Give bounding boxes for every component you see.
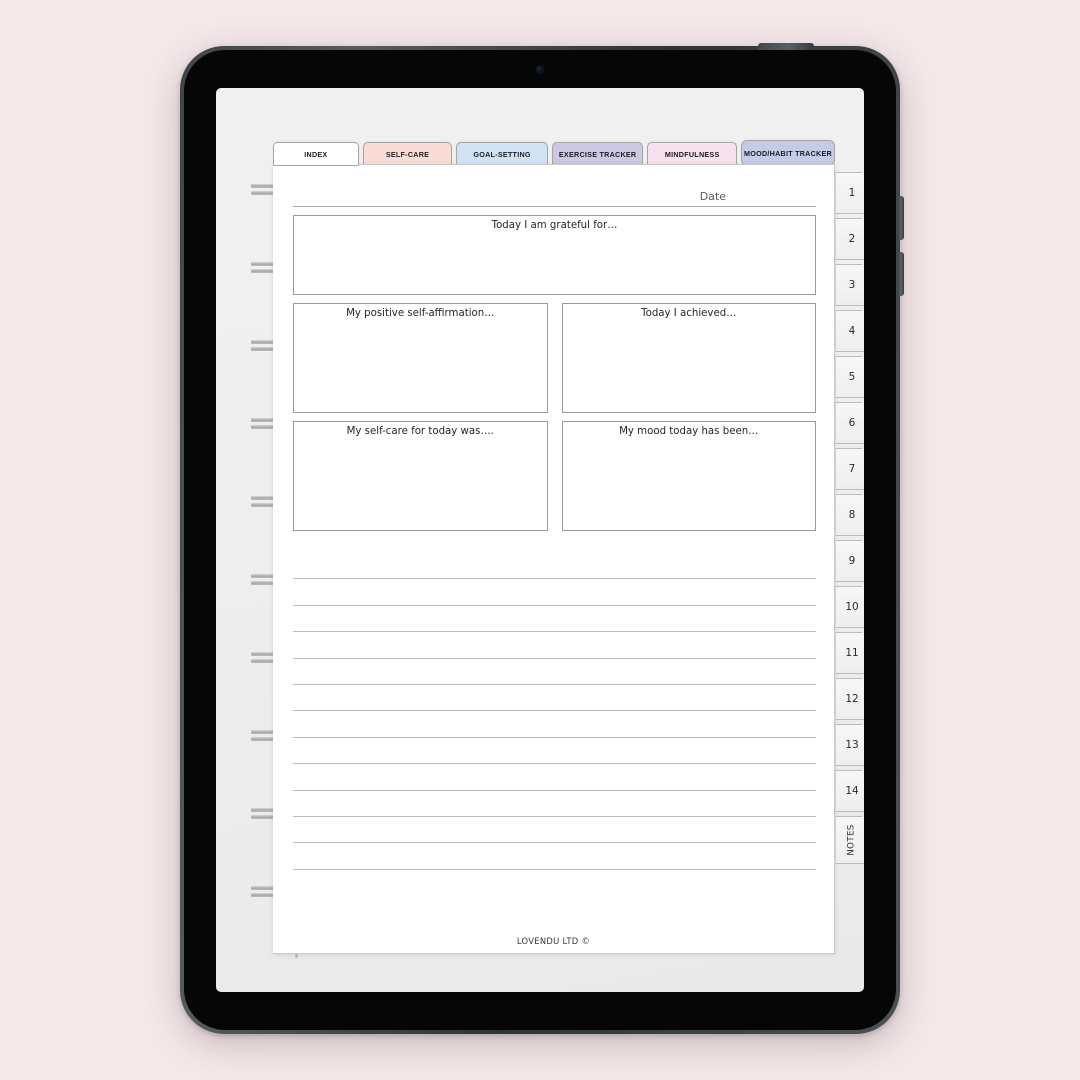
ruled-line[interactable]: [293, 791, 816, 817]
page-tab-14[interactable]: 14: [835, 770, 864, 812]
page-tab-label: 5: [848, 371, 856, 383]
ruled-line[interactable]: [293, 553, 816, 580]
mood-box[interactable]: My mood today has been…: [561, 421, 816, 531]
page-tab-label: 10: [845, 601, 859, 613]
ruled-line[interactable]: [293, 579, 816, 606]
page-index-tab-strip: 1 2 3 4 5 6 7 8 9 10 11 12 13 14 NOTES: [835, 172, 864, 972]
self-care-box-title: My self-care for today was….: [346, 426, 494, 437]
ruled-line[interactable]: [293, 659, 816, 685]
category-tab-bar: INDEX SELF-CARE GOAL-SETTING EXERCISE TR…: [273, 130, 835, 166]
page-tab-5[interactable]: 5: [835, 356, 864, 398]
page-tab-8[interactable]: 8: [835, 494, 864, 536]
page-tab-notes[interactable]: NOTES: [835, 816, 864, 864]
tab-self-care[interactable]: SELF-CARE: [362, 142, 453, 166]
tab-mood-habit-tracker[interactable]: MOOD/HABIT TRACKER: [741, 140, 835, 166]
ruled-line[interactable]: [293, 711, 816, 738]
ruled-line[interactable]: [293, 764, 816, 791]
achieved-box[interactable]: Today I achieved…: [561, 303, 816, 413]
self-care-box[interactable]: My self-care for today was….: [293, 421, 548, 531]
camera-icon: [536, 66, 544, 73]
mood-box-title: My mood today has been…: [619, 426, 759, 437]
prompt-row-upper: My positive self-affirmation… Today I ac…: [293, 303, 816, 413]
page-tab-label: 3: [848, 279, 856, 291]
page-tab-1[interactable]: 1: [835, 172, 864, 214]
volume-down-button[interactable]: [898, 252, 904, 296]
date-field-row[interactable]: Date: [293, 181, 816, 207]
grateful-box-title: Today I am grateful for…: [491, 220, 618, 231]
page-tab-12[interactable]: 12: [835, 678, 864, 720]
self-affirmation-box-title: My positive self-affirmation…: [346, 308, 495, 319]
ruled-line[interactable]: [293, 738, 816, 765]
page-tab-label: 9: [848, 555, 856, 567]
ruled-line[interactable]: [293, 685, 816, 712]
tab-goal-setting[interactable]: GOAL-SETTING: [456, 142, 548, 166]
planner-document: INDEX SELF-CARE GOAL-SETTING EXERCISE TR…: [249, 130, 864, 962]
page-tab-11[interactable]: 11: [835, 632, 864, 674]
page-tab-label: 4: [848, 325, 856, 337]
page-tab-13[interactable]: 13: [835, 724, 864, 766]
tab-mindfulness[interactable]: MINDFULNESS: [647, 142, 737, 166]
grateful-box[interactable]: Today I am grateful for…: [293, 215, 816, 295]
page-tab-10[interactable]: 10: [835, 586, 864, 628]
page-tab-label: 13: [845, 739, 859, 751]
page-tab-label: 14: [845, 785, 859, 797]
ruled-line[interactable]: [293, 606, 816, 633]
prompt-row-lower: My self-care for today was…. My mood tod…: [293, 421, 816, 531]
ruled-line[interactable]: [293, 632, 816, 659]
page-tab-label: 6: [848, 417, 856, 429]
page-tab-2[interactable]: 2: [835, 218, 864, 260]
planner-page: Date Today I am grateful for… My positiv…: [273, 164, 835, 954]
ruled-line[interactable]: [293, 817, 816, 844]
page-footer: LOVENDU LTD ©: [516, 936, 591, 946]
self-affirmation-box[interactable]: My positive self-affirmation…: [293, 303, 548, 413]
page-tab-label: 2: [848, 233, 856, 245]
ruled-line[interactable]: [293, 843, 816, 870]
tab-exercise-tracker[interactable]: EXERCISE TRACKER: [551, 142, 644, 166]
tablet-screen: INDEX SELF-CARE GOAL-SETTING EXERCISE TR…: [216, 88, 864, 992]
page-tab-4[interactable]: 4: [835, 310, 864, 352]
ruled-notes-area[interactable]: [293, 553, 816, 870]
page-tab-7[interactable]: 7: [835, 448, 864, 490]
page-tab-label: 1: [848, 187, 856, 199]
page-tab-3[interactable]: 3: [835, 264, 864, 306]
page-tab-label: 11: [845, 647, 859, 659]
page-tab-9[interactable]: 9: [835, 540, 864, 582]
power-button[interactable]: [758, 43, 814, 50]
tablet-device: INDEX SELF-CARE GOAL-SETTING EXERCISE TR…: [180, 43, 904, 1034]
page-tab-label: 12: [845, 693, 859, 705]
volume-up-button[interactable]: [898, 196, 904, 240]
page-tab-6[interactable]: 6: [835, 402, 864, 444]
date-label: Date: [699, 190, 726, 203]
achieved-box-title: Today I achieved…: [641, 308, 737, 319]
page-tab-label: NOTES: [846, 824, 857, 856]
page-tab-label: 8: [848, 509, 856, 521]
page-tab-label: 7: [848, 463, 856, 475]
tab-index[interactable]: INDEX: [273, 142, 359, 166]
